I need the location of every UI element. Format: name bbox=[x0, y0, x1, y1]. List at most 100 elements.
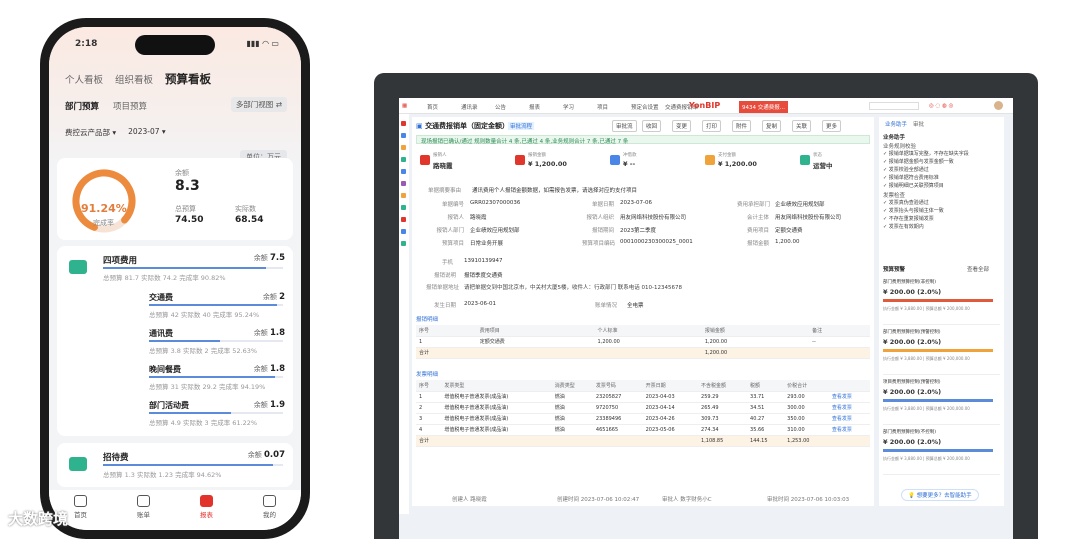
table-cell: 燃油 bbox=[551, 402, 593, 414]
remain-value: 1.8 bbox=[269, 328, 285, 338]
month-filter[interactable]: 2023-07 ▾ bbox=[128, 127, 166, 138]
nav-icon[interactable] bbox=[401, 145, 406, 150]
budget-sub: 执行金额 ¥ 3,880.00 | 预算总额 ¥ 200,000.00 bbox=[883, 456, 970, 461]
board-tabs: 个人看板 组织看板 预算看板 bbox=[65, 71, 211, 87]
budget-card[interactable]: 项目费用预算控制(预警控制) ¥ 200.00 (2.0%) 执行金额 ¥ 3,88… bbox=[883, 377, 1000, 425]
top-nav-item[interactable]: 通讯录 bbox=[461, 103, 478, 111]
budget-view-all[interactable]: 查看全部 bbox=[967, 265, 989, 273]
ask-label: 想要更多？去智能助手 bbox=[916, 493, 972, 499]
table-row[interactable]: 1 增值税电子普通发票(成品油) 燃油 23205827 2023-04-03 259.2… bbox=[416, 391, 870, 403]
toolbar-button[interactable]: 审批流 bbox=[612, 120, 637, 132]
field-label: 会计主体 bbox=[746, 215, 769, 221]
ask-assistant-button[interactable]: 💡 想要更多？去智能助手 bbox=[901, 489, 979, 501]
table-row[interactable]: 3 增值税电子普通发票(成品油) 燃油 23389496 2023-04-26 309.7… bbox=[416, 413, 870, 425]
column-header: 个人标准 bbox=[594, 325, 702, 337]
toolbar-button[interactable]: 收回 bbox=[642, 120, 662, 132]
dept-filter-label: 费控云产品部 bbox=[65, 128, 110, 137]
table-cell: 4 bbox=[416, 424, 442, 436]
dept-filter[interactable]: 费控云产品部 ▾ bbox=[65, 127, 116, 138]
nav-icon[interactable] bbox=[401, 133, 406, 138]
nav-icon[interactable] bbox=[401, 241, 406, 246]
budget-card[interactable]: 部门费用预算控制(不控制) ¥ 200.00 (2.0%) 执行金额 ¥ 3,880… bbox=[883, 427, 1000, 475]
nav-icon[interactable] bbox=[401, 181, 406, 186]
reason-value: 报销季度交通费 bbox=[464, 273, 503, 279]
field-value: 2023第二季度 bbox=[620, 228, 656, 234]
nav-mine[interactable]: 我的 bbox=[263, 495, 276, 530]
assistant-tab[interactable]: 业务助手 bbox=[885, 120, 907, 128]
nav-bill[interactable]: 账单 bbox=[137, 495, 150, 530]
toolbar-button[interactable]: 复制 bbox=[762, 120, 782, 132]
toolbar-button[interactable]: 关联 bbox=[792, 120, 812, 132]
nav-icon[interactable] bbox=[401, 157, 406, 162]
avatar[interactable] bbox=[994, 101, 1003, 110]
subtab-project[interactable]: 项目预算 bbox=[113, 100, 147, 112]
table-cell: 300.00 bbox=[784, 402, 829, 414]
top-nav-item[interactable]: 公告 bbox=[495, 103, 506, 111]
column-header: 价税合计 bbox=[784, 380, 829, 392]
top-nav-item[interactable]: 首页 bbox=[427, 103, 438, 111]
column-header: 发票类型 bbox=[441, 380, 552, 392]
field-value: 1,200.00 bbox=[775, 239, 800, 245]
nav-icon[interactable] bbox=[401, 229, 406, 234]
tab-personal[interactable]: 个人看板 bbox=[65, 72, 103, 86]
nav-icon[interactable] bbox=[401, 169, 406, 174]
footer-info: 创建时间 2023-07-06 10:02:47 bbox=[557, 497, 640, 503]
toolbar-button[interactable]: 附件 bbox=[732, 120, 752, 132]
top-nav-item[interactable]: 项目 bbox=[597, 103, 608, 111]
sub-item-title[interactable]: 交通费 bbox=[149, 292, 173, 303]
phone-value: 13910139947 bbox=[464, 258, 503, 264]
nav-icon[interactable] bbox=[401, 205, 406, 210]
sub-item-title[interactable]: 晚间餐费 bbox=[149, 364, 181, 375]
nav-icon[interactable] bbox=[401, 193, 406, 198]
multi-dept-view-button[interactable]: 多部门视图 ⇄ bbox=[230, 97, 287, 112]
table-cell: 350.00 bbox=[784, 413, 829, 425]
group-card-four-items[interactable]: 四项费用 余额 7.5 总预算 81.7 实际数 74.2 完成率 90.82%… bbox=[57, 246, 293, 436]
toolbar-button[interactable]: 变更 bbox=[672, 120, 692, 132]
yonbip-logo: YonBIP bbox=[689, 101, 721, 110]
total-row: 合计 1,108.85 144.15 1,253.00 bbox=[416, 435, 870, 447]
search-input[interactable] bbox=[869, 102, 919, 110]
invoice-section-title: 发票检查 bbox=[883, 193, 906, 199]
nav-icon[interactable] bbox=[401, 121, 406, 126]
table-row[interactable]: 2 增值税电子普通发票(成品油) 燃油 9720750 2023-04-14 265.49… bbox=[416, 402, 870, 414]
top-nav-item[interactable]: 学习 bbox=[563, 103, 574, 111]
table-row[interactable]: 1 定额交通费 1,200.00 1,200.00 -- bbox=[416, 336, 870, 348]
budget-card[interactable]: 部门费用预算控制(预警控制) ¥ 200.00 (2.0%) 执行金额 ¥ 3,88… bbox=[883, 327, 1000, 375]
tab-budget[interactable]: 预算看板 bbox=[165, 71, 211, 87]
nav-report[interactable]: 报表 bbox=[200, 495, 213, 530]
actual-value: 68.54 bbox=[235, 215, 264, 225]
watermark: 大数跨境 bbox=[8, 510, 69, 528]
budget-card[interactable]: 部门费用预算控制(非控制) ¥ 200.00 (2.0%) 执行金额 ¥ 3,880… bbox=[883, 277, 1000, 325]
column-header: 发票号码 bbox=[592, 380, 643, 392]
tab-org[interactable]: 组织看板 bbox=[115, 72, 153, 86]
kpi-icon bbox=[800, 155, 810, 165]
group-card-entertain[interactable]: 招待费 余额 0.07 总预算 1.3 实际数 1.23 完成率 94.62% bbox=[57, 443, 293, 487]
table-row[interactable]: 4 增值税电子普通发票(成品油) 燃油 4651665 2023-05-06 274.34… bbox=[416, 424, 870, 436]
approval-tab[interactable]: 审批 bbox=[913, 120, 924, 128]
table-cell: 293.00 bbox=[784, 391, 829, 403]
active-tab[interactable]: 9434 交通费报... bbox=[739, 101, 788, 113]
toolbar-button[interactable]: 更多 bbox=[822, 120, 842, 132]
kpi-label: 支付金额 bbox=[718, 153, 736, 158]
sub-item-title[interactable]: 部门活动费 bbox=[149, 400, 189, 411]
sub-item-stats: 总预算 4.9 实际数 3 完成率 61.22% bbox=[149, 419, 258, 427]
top-nav-item[interactable]: 报表 bbox=[529, 103, 540, 111]
column-header: 序号 bbox=[416, 325, 477, 337]
group-title: 招待费 bbox=[103, 453, 129, 463]
notification-icons[interactable]: ◎ ◌ ◍ ◎ bbox=[929, 103, 953, 109]
memo-text: 通讯费用个人报销金额数据，如需报告发票，请选择对应的支付项目 bbox=[472, 188, 638, 194]
sub-item-title[interactable]: 通讯费 bbox=[149, 328, 173, 339]
app-grid-icon[interactable]: ▦ bbox=[402, 103, 407, 109]
nav-home[interactable]: 首页 bbox=[74, 495, 87, 530]
nav-icon[interactable] bbox=[401, 217, 406, 222]
address-value: 请把单据交到中国北京市，中关村大厦5楼，收件人：行政部门 联系电话 010-12… bbox=[464, 285, 682, 291]
subtab-dept[interactable]: 部门预算 bbox=[65, 100, 99, 112]
budget-name: 部门费用预算控制(不控制) bbox=[883, 430, 937, 435]
field-label: 单据编号 bbox=[441, 202, 464, 208]
budget-amount: ¥ 200.00 (2.0%) bbox=[883, 438, 942, 446]
top-nav-item[interactable]: 预定合设置 bbox=[631, 103, 659, 111]
phone-label: 手机 bbox=[442, 260, 454, 266]
address-label: 报销单据地址 bbox=[426, 285, 460, 291]
toolbar-button[interactable]: 打印 bbox=[702, 120, 722, 132]
remain-value: 8.3 bbox=[175, 178, 200, 194]
